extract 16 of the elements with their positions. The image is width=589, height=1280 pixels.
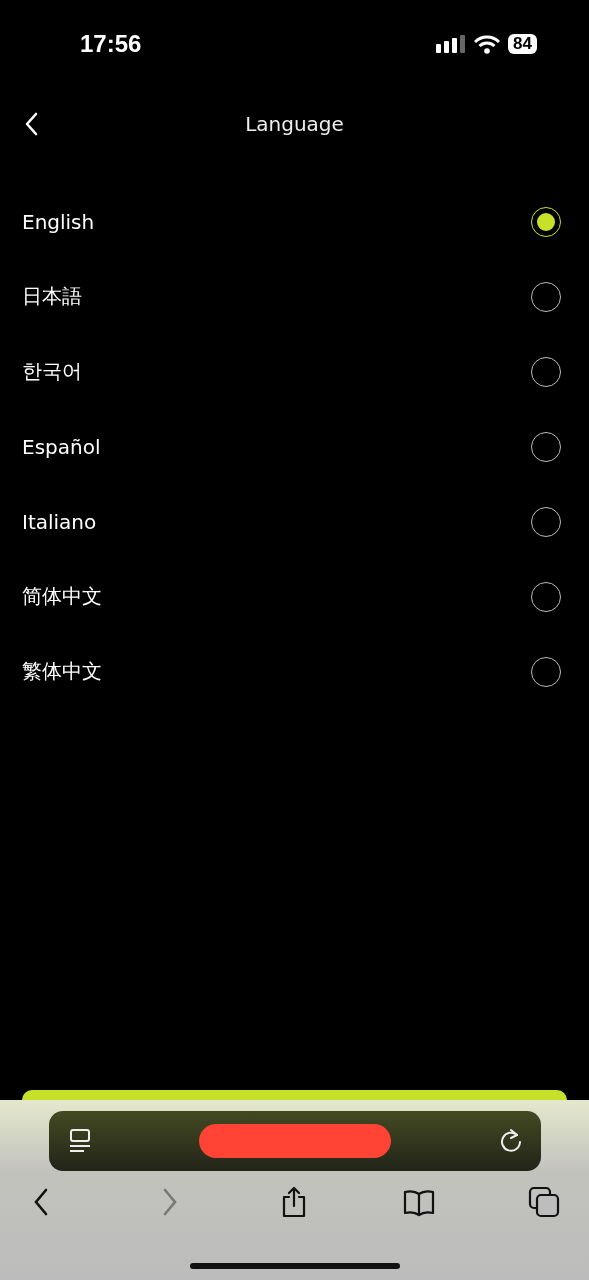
language-option[interactable]: Italiano: [22, 509, 97, 534]
page-title: Language: [245, 112, 344, 136]
reader-icon[interactable]: [68, 1129, 91, 1153]
tabs-icon[interactable]: [527, 1185, 561, 1219]
language-option[interactable]: 한국어: [22, 358, 82, 385]
language-option[interactable]: Español: [22, 434, 101, 459]
battery-indicator: 84: [508, 34, 537, 54]
signal-icon: [436, 35, 467, 53]
language-option[interactable]: 简体中文: [22, 583, 102, 610]
language-option[interactable]: 日本語: [22, 283, 82, 310]
reload-icon[interactable]: [498, 1128, 523, 1154]
language-option[interactable]: 繁体中文: [22, 658, 102, 685]
wifi-icon: [474, 34, 501, 54]
status-time: 17:56: [80, 30, 142, 58]
language-option[interactable]: English: [22, 209, 95, 234]
address-bar[interactable]: [48, 1111, 541, 1171]
